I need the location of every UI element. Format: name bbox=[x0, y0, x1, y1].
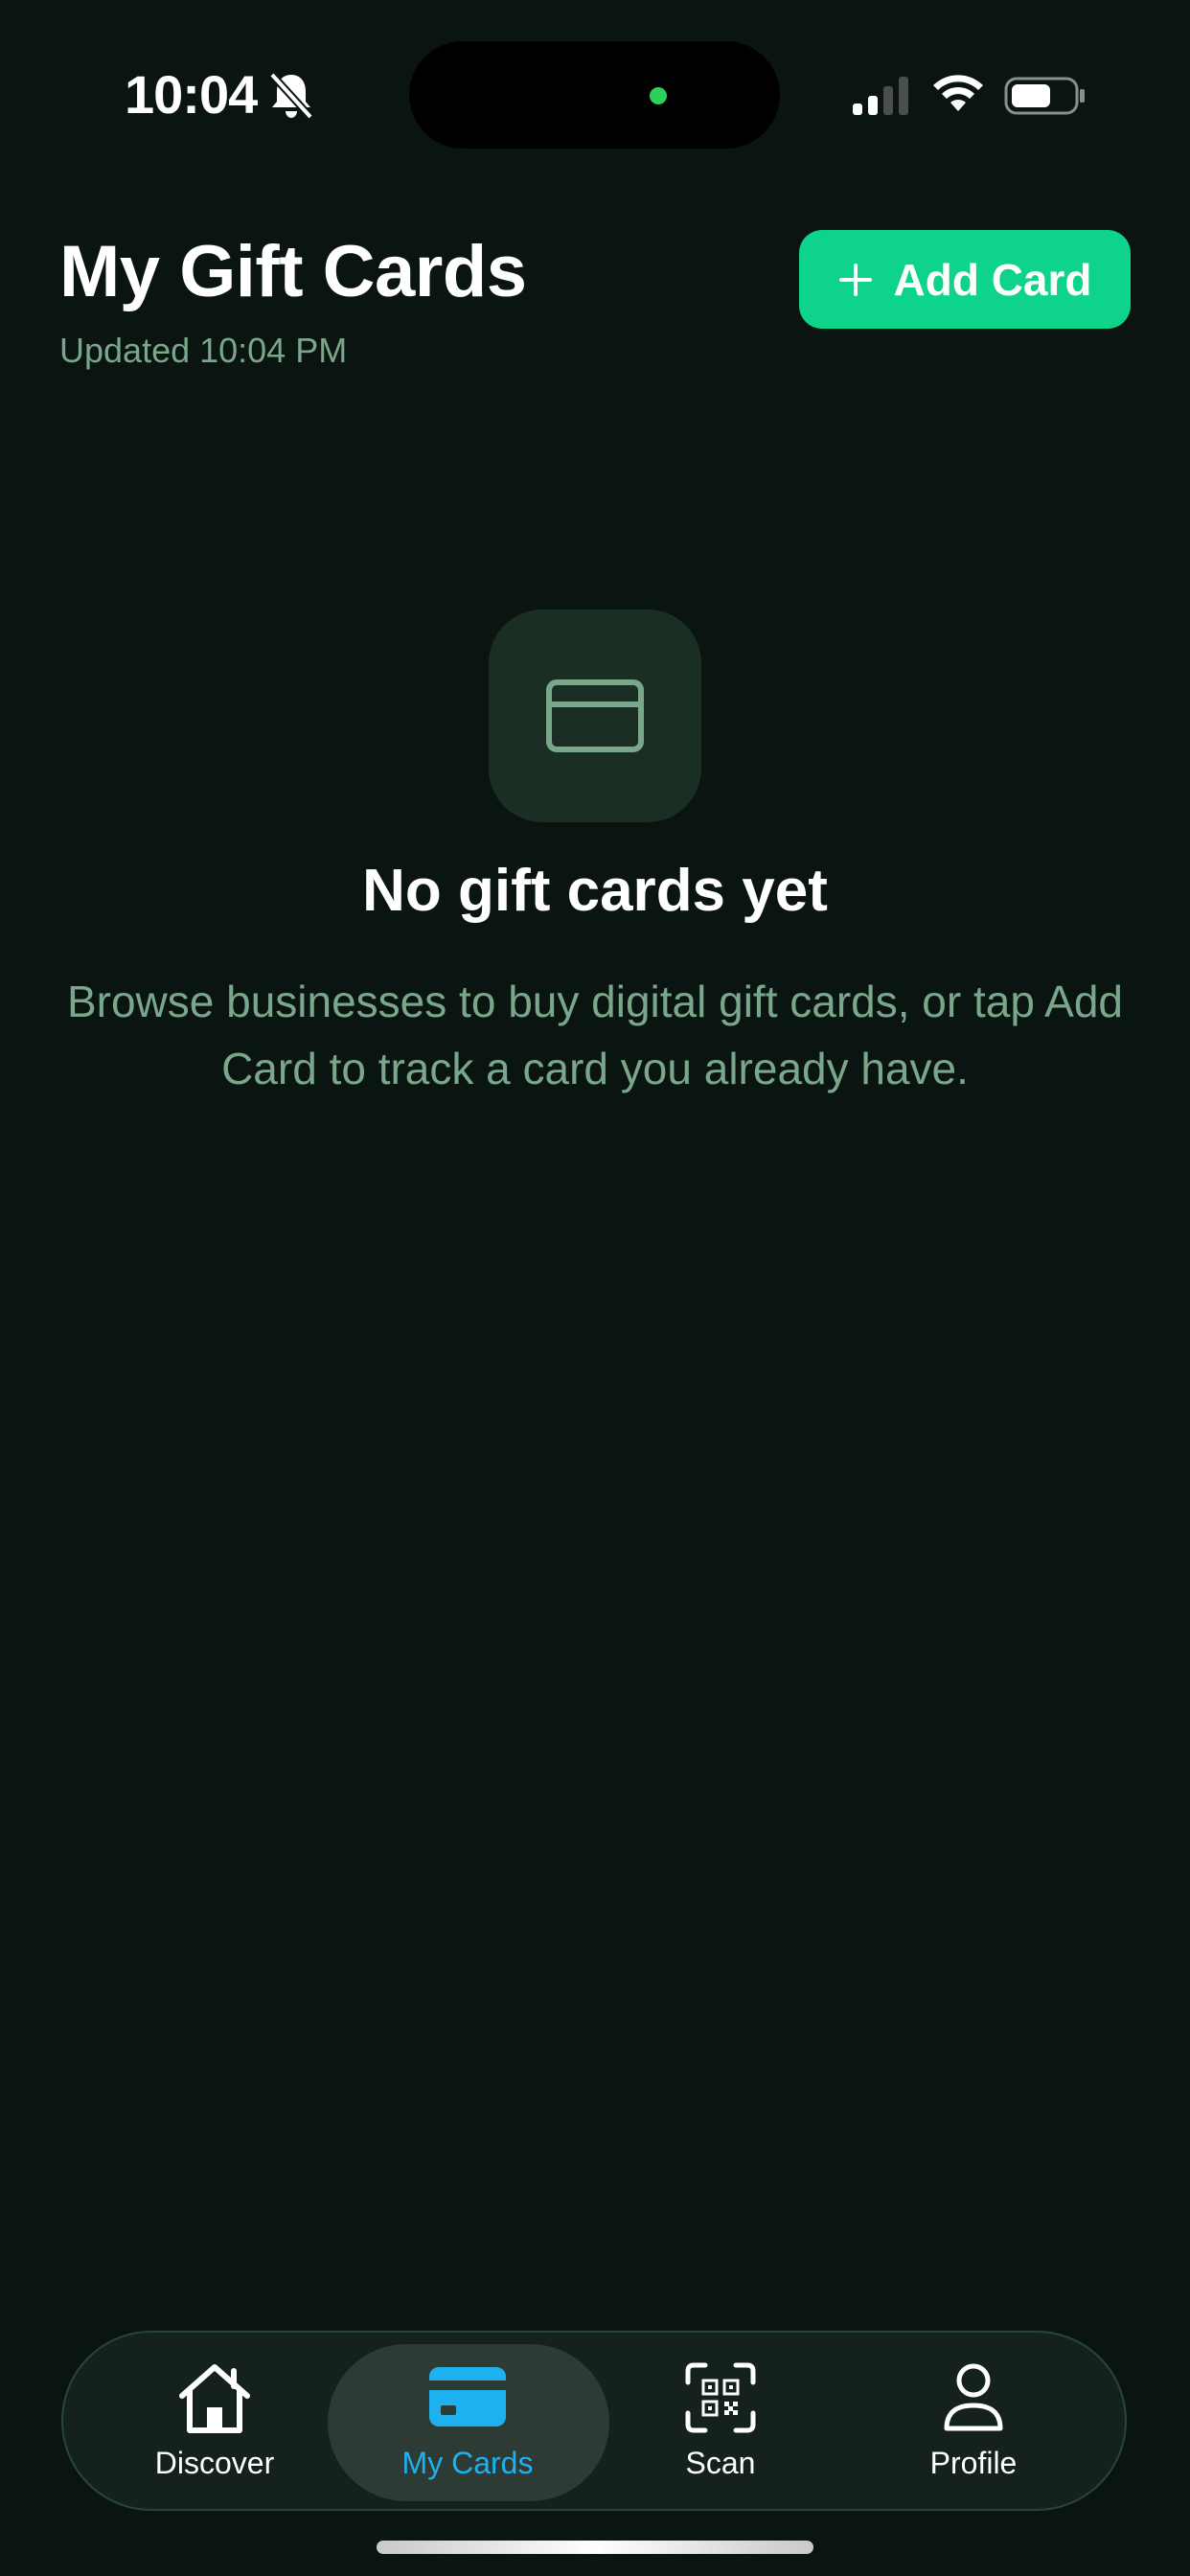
add-card-button[interactable]: Add Card bbox=[799, 230, 1131, 329]
battery-icon bbox=[1004, 77, 1085, 115]
bell-off-icon bbox=[269, 72, 313, 120]
person-icon bbox=[944, 2363, 1003, 2431]
empty-state-description: Browse businesses to buy digital gift ca… bbox=[66, 977, 1124, 1093]
credit-card-icon bbox=[429, 2367, 506, 2426]
add-card-label: Add Card bbox=[893, 254, 1092, 305]
tab-label-my-cards: My Cards bbox=[401, 2446, 534, 2480]
qr-scan-icon bbox=[685, 2362, 756, 2433]
dynamic-island bbox=[409, 41, 780, 149]
plus-icon bbox=[838, 263, 872, 296]
empty-state-title: No gift cards yet bbox=[362, 858, 828, 924]
tab-label-profile: Profile bbox=[929, 2446, 1018, 2480]
tab-profile[interactable]: Profile bbox=[858, 2358, 1088, 2492]
screen: 10:04 My Gift Cards Updated 10:04 PM Add… bbox=[0, 0, 1190, 2576]
tab-label-scan: Scan bbox=[685, 2446, 756, 2480]
empty-state-icon-tile bbox=[489, 610, 701, 822]
tab-label-discover: Discover bbox=[154, 2446, 275, 2480]
signal-icon bbox=[853, 77, 908, 115]
tab-discover[interactable]: Discover bbox=[100, 2358, 330, 2492]
credit-card-icon bbox=[546, 679, 644, 752]
camera-indicator-dot bbox=[650, 87, 667, 104]
page-title: My Gift Cards bbox=[59, 231, 527, 312]
home-indicator[interactable] bbox=[377, 2541, 813, 2554]
wifi-icon bbox=[933, 75, 983, 111]
tab-my-cards[interactable]: My Cards bbox=[353, 2358, 583, 2492]
status-time: 10:04 bbox=[125, 64, 258, 125]
home-icon bbox=[179, 2364, 250, 2433]
tab-scan[interactable]: Scan bbox=[606, 2358, 835, 2492]
updated-timestamp: Updated 10:04 PM bbox=[59, 331, 348, 370]
